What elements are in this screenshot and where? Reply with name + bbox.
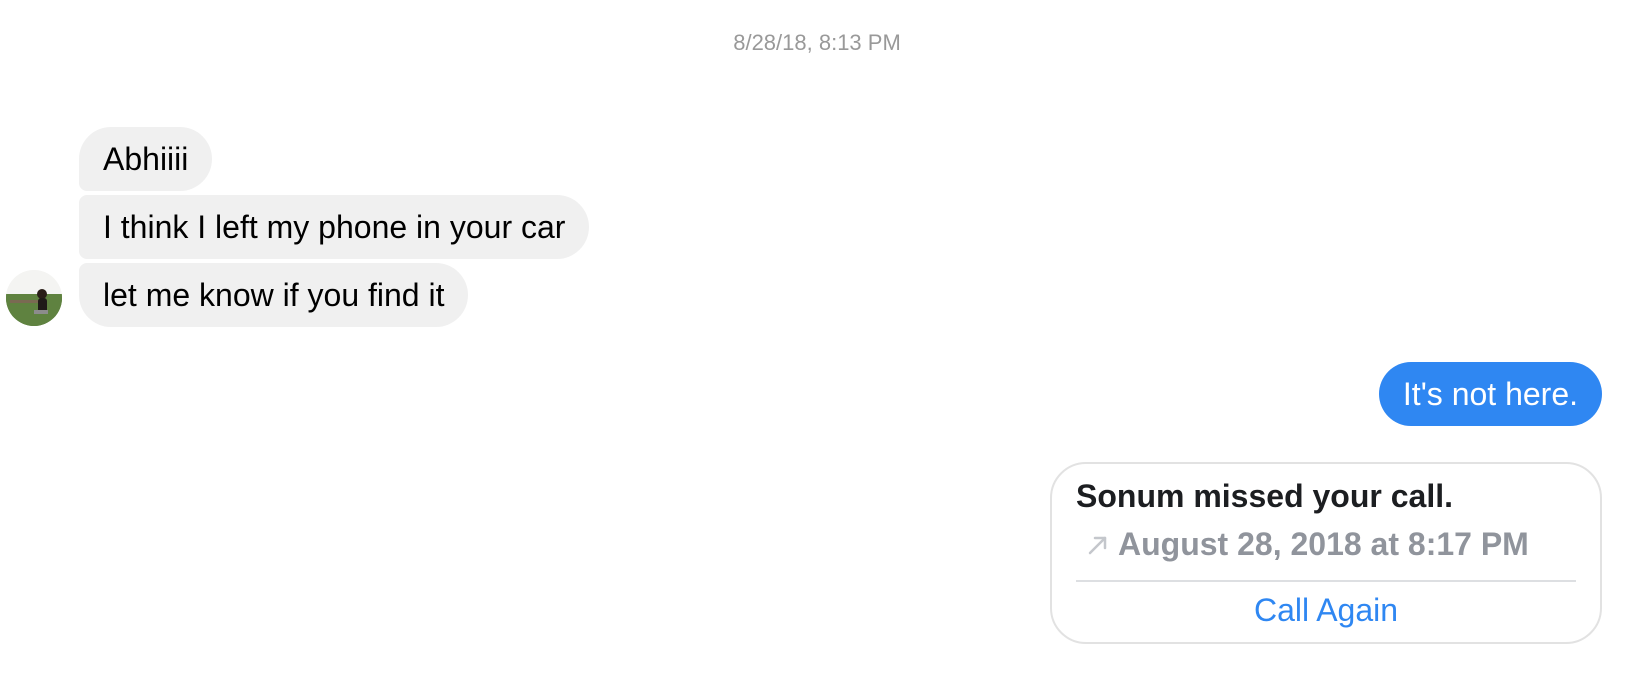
incoming-message-bubble[interactable]: I think I left my phone in your car xyxy=(79,195,590,259)
incoming-message-bubble[interactable]: Abhiiii xyxy=(79,127,213,191)
call-card-divider xyxy=(1076,580,1576,582)
incoming-message-bubble[interactable]: let me know if you find it xyxy=(79,263,469,327)
call-card-time-row: August 28, 2018 at 8:17 PM xyxy=(1086,526,1529,563)
sender-avatar[interactable] xyxy=(6,270,62,326)
missed-call-card: Sonum missed your call. August 28, 2018 … xyxy=(1050,462,1602,644)
call-again-button[interactable]: Call Again xyxy=(1052,592,1600,629)
outgoing-message-bubble[interactable]: It's not here. xyxy=(1378,362,1602,426)
outgoing-call-arrow-icon xyxy=(1088,536,1107,554)
avatar-photo-icon xyxy=(6,270,62,326)
call-card-title: Sonum missed your call. xyxy=(1076,478,1453,514)
call-card-time: August 28, 2018 at 8:17 PM xyxy=(1118,526,1529,562)
conversation-timestamp: 8/28/18, 8:13 PM xyxy=(733,30,901,55)
